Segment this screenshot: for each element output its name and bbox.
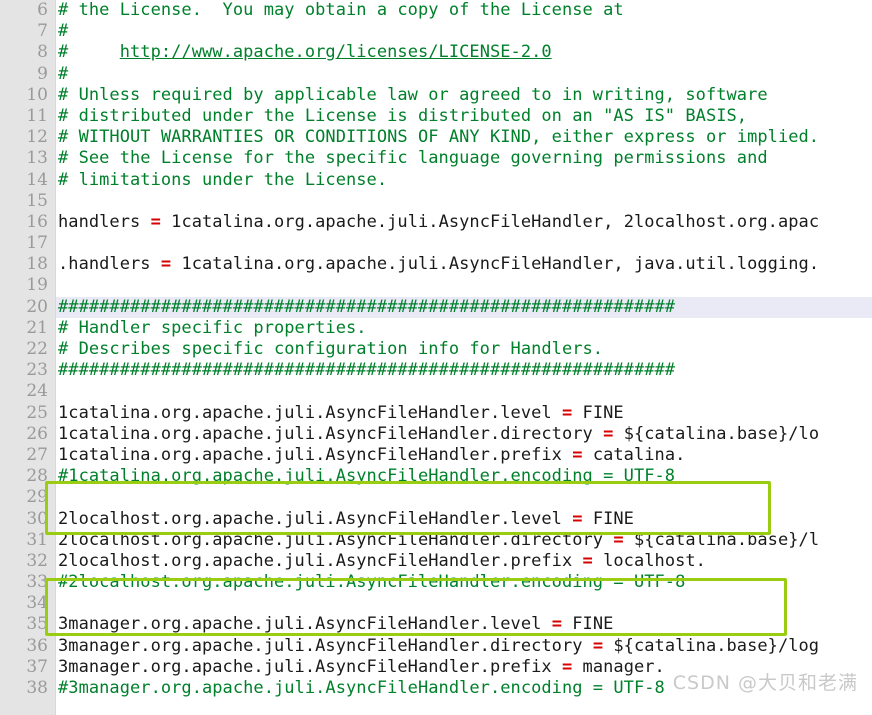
code-content-area[interactable]: 6 # the License. You may obtain a copy of… — [0, 0, 872, 715]
line-number: 28 — [26, 466, 48, 487]
code-line[interactable]: 13 # See the License for the specific lan… — [0, 148, 872, 169]
line-number: 35 — [26, 614, 48, 635]
code-line[interactable]: 33 #2localhost.org.apache.juli.AsyncFileH… — [0, 572, 872, 593]
code-line[interactable]: 12 # WITHOUT WARRANTIES OR CONDITIONS OF … — [0, 127, 872, 148]
line-number: 30 — [26, 508, 48, 529]
code-line[interactable]: 20 ######################################… — [0, 296, 872, 318]
code-line-text[interactable]: # limitations under the License. — [58, 170, 387, 191]
code-line[interactable]: 16 handlers = 1catalina.org.apache.juli.A… — [0, 212, 872, 233]
line-number: 16 — [26, 211, 48, 232]
line-number: 20 — [26, 296, 48, 317]
code-line[interactable]: 14 # limitations under the License. — [0, 170, 872, 191]
code-line[interactable]: 7 # — [0, 21, 872, 42]
line-number: 15 — [26, 190, 48, 211]
line-number: 19 — [26, 275, 48, 296]
line-number: 9 — [37, 63, 48, 84]
code-line[interactable]: 31 2localhost.org.apache.juli.AsyncFileHa… — [0, 530, 872, 551]
code-line-text[interactable]: ########################################… — [58, 360, 675, 381]
line-number: 23 — [26, 360, 48, 381]
code-line-text[interactable]: # Unless required by applicable law or a… — [58, 85, 768, 106]
code-line-text[interactable]: 2localhost.org.apache.juli.AsyncFileHand… — [58, 509, 634, 530]
code-line[interactable]: 32 2localhost.org.apache.juli.AsyncFileHa… — [0, 551, 872, 572]
code-line-text[interactable]: ########################################… — [58, 297, 675, 318]
license-url-link: http://www.apache.org/licenses/LICENSE-2… — [119, 42, 552, 63]
code-line[interactable]: 19 — [0, 275, 872, 296]
code-line-text[interactable]: # Describes specific configuration info … — [58, 339, 603, 360]
code-line-text[interactable]: # distributed under the License is distr… — [58, 106, 747, 127]
code-line[interactable]: 6 # the License. You may obtain a copy of… — [0, 0, 872, 21]
code-line[interactable]: 29 — [0, 487, 872, 508]
line-number: 12 — [26, 127, 48, 148]
code-line-text[interactable]: #2localhost.org.apache.juli.AsyncFileHan… — [58, 572, 685, 593]
code-line[interactable]: 28 #1catalina.org.apache.juli.AsyncFileHa… — [0, 466, 872, 487]
line-number: 29 — [26, 487, 48, 508]
code-line-text[interactable]: 1catalina.org.apache.juli.AsyncFileHandl… — [58, 403, 624, 424]
code-line[interactable]: 34 — [0, 593, 872, 614]
line-number: 8 — [37, 42, 48, 63]
code-line[interactable]: 38 #3manager.org.apache.juli.AsyncFileHan… — [0, 678, 872, 699]
code-line-text[interactable]: handlers = 1catalina.org.apache.juli.Asy… — [58, 212, 819, 233]
code-line-text[interactable]: # — [58, 64, 68, 85]
line-number: 26 — [26, 423, 48, 444]
line-number: 7 — [37, 21, 48, 42]
code-line[interactable]: 8 # http://www.apache.org/licenses/LICENS… — [0, 42, 872, 63]
code-line-text[interactable]: # WITHOUT WARRANTIES OR CONDITIONS OF AN… — [58, 127, 819, 148]
line-number: 25 — [26, 402, 48, 423]
code-line[interactable]: 15 — [0, 191, 872, 212]
code-line-text[interactable]: # http://www.apache.org/licenses/LICENSE… — [58, 42, 552, 63]
code-line[interactable]: 36 3manager.org.apache.juli.AsyncFileHand… — [0, 636, 872, 657]
code-line-text[interactable]: # See the License for the specific langu… — [58, 148, 768, 169]
code-line-text[interactable]: 3manager.org.apache.juli.AsyncFileHandle… — [58, 614, 613, 635]
line-number: 32 — [26, 550, 48, 571]
line-number: 38 — [26, 678, 48, 698]
code-line[interactable]: 17 — [0, 233, 872, 254]
code-line[interactable]: 25 1catalina.org.apache.juli.AsyncFileHan… — [0, 403, 872, 424]
line-number: 31 — [26, 529, 48, 550]
code-line[interactable]: 30 2localhost.org.apache.juli.AsyncFileHa… — [0, 509, 872, 530]
code-line-text[interactable]: # — [58, 21, 68, 42]
code-line-text[interactable]: 1catalina.org.apache.juli.AsyncFileHandl… — [58, 445, 685, 466]
line-number: 22 — [26, 339, 48, 359]
code-line[interactable]: 21 # Handler specific properties. — [0, 318, 872, 339]
line-number: 24 — [26, 381, 48, 402]
line-number: 37 — [26, 656, 48, 677]
code-line[interactable]: 18 .handlers = 1catalina.org.apache.juli.… — [0, 254, 872, 275]
line-number: 21 — [26, 317, 48, 338]
code-line[interactable]: 10 # Unless required by applicable law or… — [0, 85, 872, 106]
line-number: 14 — [26, 169, 48, 190]
code-line[interactable]: 24 — [0, 381, 872, 402]
code-line-text[interactable]: #1catalina.org.apache.juli.AsyncFileHand… — [58, 466, 675, 487]
code-line-text[interactable]: 2localhost.org.apache.juli.AsyncFileHand… — [58, 551, 706, 572]
line-number: 11 — [26, 105, 48, 126]
code-line-text[interactable]: 1catalina.org.apache.juli.AsyncFileHandl… — [58, 424, 819, 445]
code-line-text[interactable]: # the License. You may obtain a copy of … — [58, 0, 624, 21]
code-line-text[interactable]: 2localhost.org.apache.juli.AsyncFileHand… — [58, 530, 819, 551]
code-line-text[interactable]: 3manager.org.apache.juli.AsyncFileHandle… — [58, 657, 665, 678]
line-number: 10 — [26, 84, 48, 105]
line-number: 17 — [26, 233, 48, 254]
code-line[interactable]: 26 1catalina.org.apache.juli.AsyncFileHan… — [0, 424, 872, 445]
code-line[interactable]: 27 1catalina.org.apache.juli.AsyncFileHan… — [0, 445, 872, 466]
line-number: 36 — [26, 635, 48, 656]
code-line[interactable]: 37 3manager.org.apache.juli.AsyncFileHand… — [0, 657, 872, 678]
code-line-text[interactable]: .handlers = 1catalina.org.apache.juli.As… — [58, 254, 819, 275]
code-line-text[interactable]: #3manager.org.apache.juli.AsyncFileHandl… — [58, 678, 665, 699]
code-editor-view[interactable]: 6 # the License. You may obtain a copy of… — [0, 0, 872, 715]
code-line[interactable]: 22 # Describes specific configuration inf… — [0, 339, 872, 360]
line-number: 6 — [37, 0, 48, 20]
line-number: 27 — [26, 444, 48, 465]
code-line-text[interactable]: # Handler specific properties. — [58, 318, 367, 339]
line-number: 33 — [26, 572, 48, 593]
code-line[interactable]: 11 # distributed under the License is dis… — [0, 106, 872, 127]
code-line[interactable]: 9 # — [0, 64, 872, 85]
code-line[interactable]: 35 3manager.org.apache.juli.AsyncFileHand… — [0, 614, 872, 635]
line-number: 34 — [26, 593, 48, 614]
line-number: 13 — [26, 148, 48, 169]
code-line-text[interactable]: 3manager.org.apache.juli.AsyncFileHandle… — [58, 636, 819, 657]
line-number: 18 — [26, 254, 48, 275]
code-line[interactable]: 23 ######################################… — [0, 360, 872, 381]
